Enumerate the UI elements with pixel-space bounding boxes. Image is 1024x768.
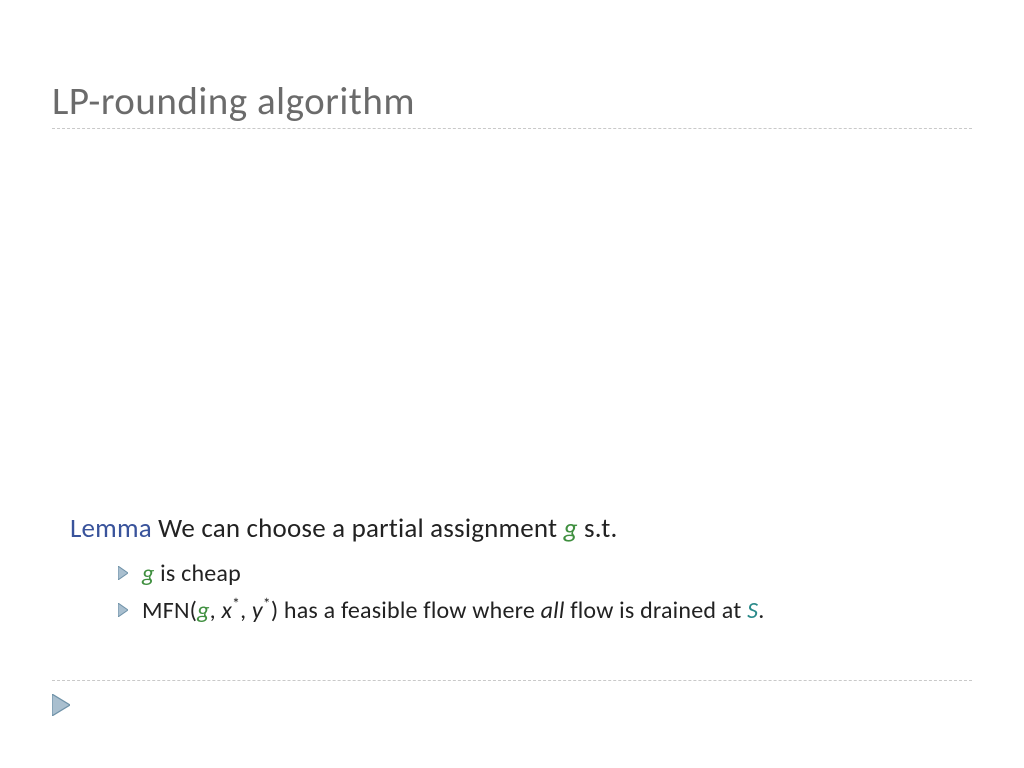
bullet-arrow-icon (118, 603, 128, 617)
b2-S-variable: S (747, 596, 758, 625)
bullet-arrow-icon (118, 566, 128, 580)
b2-comma2: , (240, 596, 252, 625)
b2-x-star: * (232, 595, 240, 614)
slide: LP-rounding algorithm Lemma We can choos… (0, 0, 1024, 768)
b2-close: ) has a feasible flow where (271, 596, 541, 625)
lemma-statement: Lemma We can choose a partial assignment… (70, 512, 950, 545)
b2-tail: flow is drained at (565, 596, 748, 625)
bullet-2-text: MFN(g, x*, y*) has a feasible flow where… (142, 596, 950, 625)
b2-x-variable: x (222, 596, 233, 625)
lemma-text-after: s.t. (578, 512, 618, 545)
b2-g-variable: g (197, 596, 210, 625)
divider-bottom (52, 680, 972, 681)
b2-pre: MFN( (142, 596, 197, 625)
b2-y-star: * (263, 595, 271, 614)
lemma-g-variable: g (564, 512, 578, 545)
bullet-list: g is cheap MFN(g, x*, y*) has a feasible… (118, 559, 950, 625)
b2-y-variable: y (252, 596, 263, 625)
lemma-label: Lemma (70, 512, 152, 545)
slide-content: Lemma We can choose a partial assignment… (70, 512, 950, 633)
b2-all: all (541, 596, 565, 625)
lemma-text-before: We can choose a partial assignment (152, 512, 564, 545)
footer-arrow-icon (52, 694, 70, 716)
b2-period: . (758, 596, 764, 625)
slide-title: LP-rounding algorithm (52, 78, 415, 125)
bullet-1-text: g is cheap (142, 559, 950, 588)
list-item: g is cheap (118, 559, 950, 588)
b2-comma1: , (210, 596, 222, 625)
list-item: MFN(g, x*, y*) has a feasible flow where… (118, 596, 950, 625)
divider-top (52, 128, 972, 129)
b1-g-variable: g (142, 559, 155, 588)
b1-rest: is cheap (155, 559, 241, 588)
